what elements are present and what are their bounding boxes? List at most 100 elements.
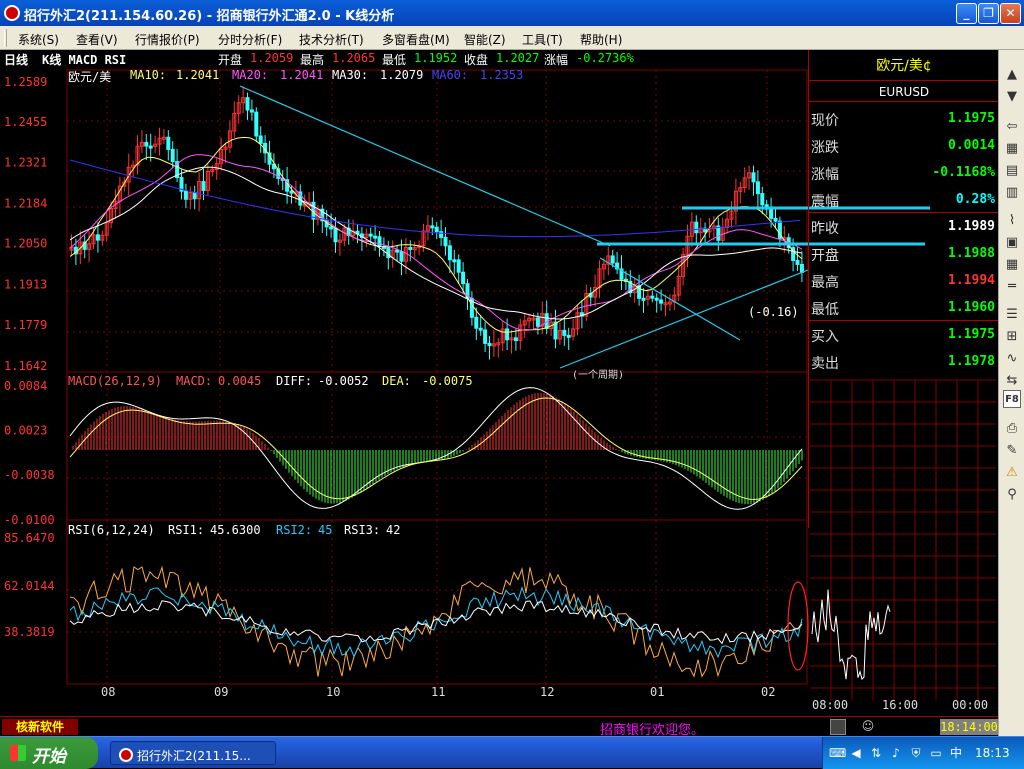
- ma10-label: MA10:: [130, 68, 167, 82]
- macd-label: MACD:: [176, 374, 213, 388]
- candle-body: [461, 271, 466, 285]
- tray-arrow-icon[interactable]: ◀: [849, 746, 863, 760]
- quote-row: 昨收 1.1989: [809, 214, 999, 240]
- quote-label: 涨跌: [811, 140, 839, 156]
- rsi1-line: [69, 565, 803, 678]
- keyboard-icon[interactable]: ⌨: [829, 746, 846, 760]
- menu-system[interactable]: 系统(S): [18, 31, 59, 48]
- candle-body: [144, 141, 149, 147]
- channel-line[interactable]: [599, 257, 741, 341]
- minimize-button[interactable]: _: [956, 3, 977, 24]
- menu-help[interactable]: 帮助(H): [580, 31, 622, 48]
- start-label: 开始: [32, 747, 66, 767]
- list-icon[interactable]: ☰: [1003, 306, 1021, 324]
- candle-body: [760, 193, 765, 206]
- menu-multiwindow[interactable]: 多窗看盘(M): [382, 31, 450, 48]
- candle-body: [654, 297, 659, 301]
- split-icon[interactable]: ⊞: [1003, 328, 1021, 346]
- date-tick-label: 02: [761, 685, 775, 699]
- candle-body: [562, 329, 567, 336]
- candle-body: [456, 259, 461, 273]
- price-tick-label: 1.2589: [4, 75, 47, 89]
- up-arrow-icon[interactable]: ▲: [1003, 66, 1021, 84]
- security-icon[interactable]: ⛨: [909, 746, 923, 760]
- price-tick-label: 1.2184: [4, 196, 47, 210]
- down-arrow-icon[interactable]: ▼: [1003, 88, 1021, 106]
- low-value: 1.1952: [414, 51, 458, 65]
- line-chart-icon[interactable]: ⌇: [1003, 212, 1021, 230]
- quote-row: 买入 1.1975: [809, 322, 999, 348]
- menu-smart[interactable]: 智能(Z): [464, 31, 506, 48]
- menu-quotes[interactable]: 行情报价(P): [135, 31, 200, 48]
- window-title: 招行外汇2(211.154.60.26) - 招商银行外汇通2.0 - K线分析: [24, 9, 395, 24]
- candle-body: [434, 226, 439, 233]
- candle-body: [505, 328, 510, 341]
- layout-icon[interactable]: ▦: [1003, 256, 1021, 274]
- chart-area[interactable]: 1.2589 1.2455 1.2321 1.2184 1.2050 1.1913 1.17…: [0, 50, 999, 765]
- quote-value: 1.1960: [948, 300, 995, 315]
- close-button[interactable]: ✕: [1000, 3, 1021, 24]
- quote-value: 0.28%: [955, 192, 995, 207]
- vendor-logo: 核新软件: [2, 719, 78, 735]
- user-icon[interactable]: ☺: [860, 719, 876, 735]
- quote-label: 最低: [811, 302, 839, 318]
- candle-body: [95, 234, 100, 241]
- quote-value: 1.1975: [948, 111, 995, 126]
- menu-view[interactable]: 查看(V): [76, 31, 118, 48]
- app-icon[interactable]: [4, 5, 20, 21]
- close-value: 1.2027: [496, 51, 540, 65]
- candle-body: [478, 327, 483, 331]
- warning-icon[interactable]: ⚠: [1003, 464, 1021, 482]
- quote-panel: 欧元/美¢ EURUSD 现价 1.1975 涨跌 0.0014 涨幅 -0.1168% 震…: [808, 50, 999, 528]
- rsi-tick-label: 62.0144: [4, 579, 55, 593]
- network-tray-icon[interactable]: ⇅: [869, 746, 883, 760]
- window-icon[interactable]: ▣: [1003, 234, 1021, 252]
- quote-row: 涨跌 0.0014: [809, 133, 999, 159]
- candle-body: [751, 172, 756, 183]
- print-icon[interactable]: ⎙: [1003, 420, 1021, 438]
- menu-technical[interactable]: 技术分析(T): [299, 31, 364, 48]
- rsi1-value: 45.6300: [210, 523, 261, 537]
- compare-icon[interactable]: ⇆: [1003, 372, 1021, 390]
- quote-label: 震幅: [811, 194, 839, 210]
- macd-value: 0.0045: [218, 374, 262, 388]
- taskbar: 开始 招行外汇2(211.15... ⌨ ◀ ⇅ ♪ ⛨ ▭ 中 18:13: [0, 736, 1024, 769]
- grid-icon[interactable]: ▥: [1003, 184, 1021, 202]
- ruler-icon[interactable]: ═: [1003, 278, 1021, 296]
- quote-label: 涨幅: [811, 167, 839, 183]
- date-tick-label: 12: [540, 685, 554, 699]
- speaker-icon[interactable]: ♪: [889, 746, 903, 760]
- uptrend-line[interactable]: [559, 269, 809, 369]
- network-icon[interactable]: [830, 719, 846, 735]
- ime-icon[interactable]: 中: [949, 746, 963, 760]
- back-icon[interactable]: ⇦: [1003, 118, 1021, 136]
- menu-tools[interactable]: 工具(T): [522, 31, 563, 48]
- intraday-time-axis: 08:00 16:00 00:00: [808, 698, 998, 712]
- taskbar-app-button[interactable]: 招行外汇2(211.15...: [110, 741, 276, 765]
- rsi2-value: 45: [318, 523, 333, 537]
- menu-bar: 系统(S) 查看(V) 行情报价(P) 分时分析(F) 技术分析(T) 多窗看盘…: [0, 26, 1024, 50]
- indicator-icon[interactable]: ∿: [1003, 350, 1021, 368]
- start-button[interactable]: 开始: [0, 737, 98, 769]
- monitor-icon[interactable]: ▭: [929, 746, 943, 760]
- candle-body: [799, 263, 804, 273]
- price-tick-label: 1.2050: [4, 237, 47, 251]
- candle-body: [641, 297, 646, 301]
- candle-body: [329, 226, 334, 230]
- table-icon[interactable]: ▤: [1003, 162, 1021, 180]
- candle-body: [395, 249, 400, 253]
- candle-body: [170, 148, 175, 163]
- menu-intraday[interactable]: 分时分析(F): [218, 31, 282, 48]
- restore-button[interactable]: ❐: [978, 3, 999, 24]
- chart-type-icon[interactable]: ▦: [1003, 140, 1021, 158]
- change-label: 涨幅: [544, 53, 569, 67]
- candle-body: [447, 245, 452, 261]
- downtrend-line[interactable]: [239, 85, 611, 247]
- retracement-annotation: (-0.16): [748, 305, 799, 319]
- price-tick-label: 1.1779: [4, 318, 47, 332]
- period-label[interactable]: 日线: [4, 51, 28, 68]
- f8-key-icon[interactable]: F8: [1003, 390, 1021, 408]
- diff-value: -0.0052: [318, 374, 369, 388]
- zoom-icon[interactable]: ⚲: [1003, 486, 1021, 504]
- pencil-icon[interactable]: ✎: [1003, 442, 1021, 460]
